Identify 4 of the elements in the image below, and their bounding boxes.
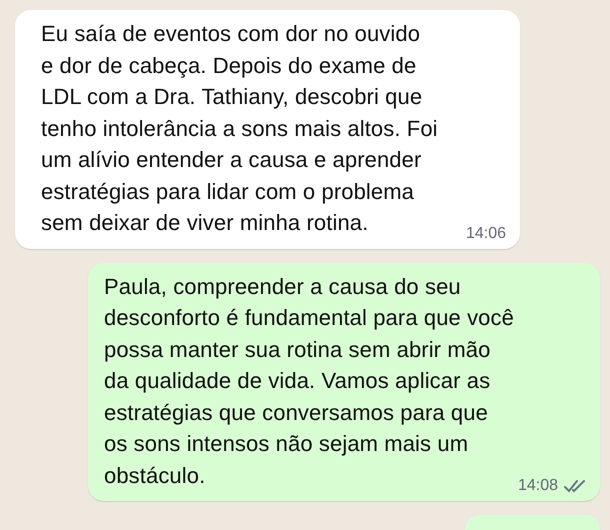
message-text: Paula, compreender a causa do seu desconforto é fundamental para que você possa manter sua rotina sem abrir mão da qualidade de vida. Vamos aplicar as estratégias que conversamos para que os sons intensos não sejam mais um obstáculo.	[104, 272, 514, 490]
message-time: 14:06	[466, 224, 506, 242]
message-text: Eu saía de eventos com dor no ouvido e dor de cabeça. Depois do exame de LDL com a Dra. Tathiany, descobri que tenho intolerância a sons mais altos. Foi um alívio entender a causa e aprender estratégias para lidar com o problema sem deixar de viver minha rotina.	[41, 20, 438, 237]
message-time: 14:08	[518, 477, 558, 495]
